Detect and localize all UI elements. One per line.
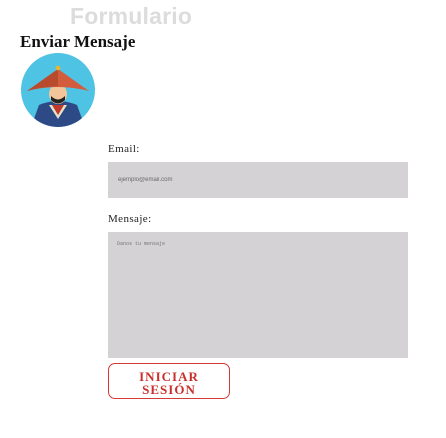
page-title: Formulario <box>70 3 193 29</box>
samurai-avatar-icon <box>21 53 95 127</box>
message-form: Email: Mensaje: <box>108 142 408 358</box>
login-button-line2: SESIÓN <box>142 382 196 397</box>
form-heading: Enviar Mensaje <box>20 32 136 51</box>
avatar <box>21 53 95 127</box>
email-label: Email: <box>108 143 140 155</box>
email-field[interactable] <box>108 162 408 198</box>
message-label: Mensaje: <box>108 213 152 225</box>
message-area-wrapper <box>108 232 408 358</box>
message-textarea[interactable] <box>108 232 408 358</box>
login-button[interactable]: INICIAR SESIÓN <box>108 363 230 399</box>
